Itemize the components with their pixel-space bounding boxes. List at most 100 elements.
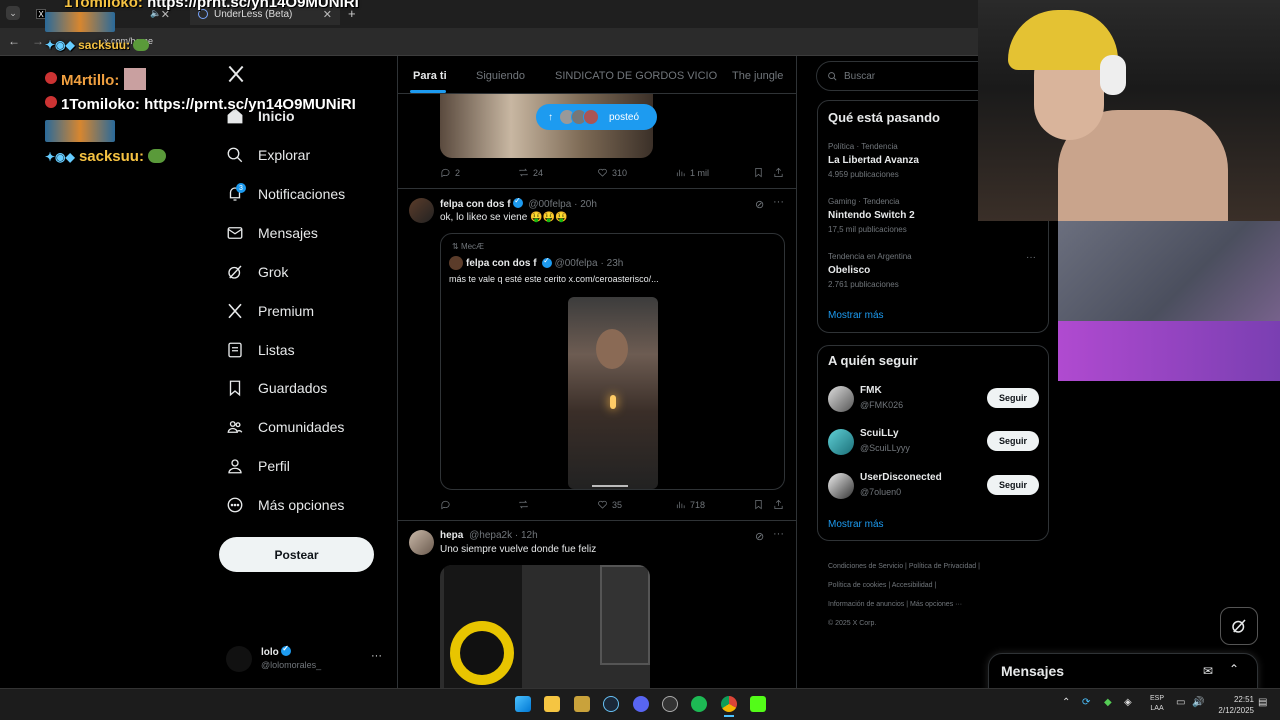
nav-communities[interactable]: Comunidades [226,412,344,442]
file-explorer-icon[interactable] [544,696,560,712]
spotify-icon[interactable] [691,696,707,712]
follow-button[interactable]: Seguir [987,431,1039,451]
footer-link[interactable]: Política de cookies [828,582,886,589]
tray-app-icon[interactable]: ◆ [1104,697,1112,708]
like-count: 310 [612,167,628,178]
back-icon[interactable]: ← [8,34,20,48]
follow-suggestion[interactable]: ScuiLLy @ScuiLLyyy Seguir [828,428,1040,458]
post-button[interactable]: Postear [219,537,374,572]
footer-link[interactable]: Información de anuncios [828,601,904,608]
account-switcher[interactable]: lolo @lolomorales_ ··· [226,644,386,676]
grok-floating-button[interactable] [1220,607,1258,645]
avatar [828,473,854,499]
avatar[interactable] [409,198,434,223]
x-logo-icon[interactable] [226,64,246,88]
follow-suggestion[interactable]: FMK @FMK026 Seguir [828,385,1040,415]
new-posts-pill[interactable]: ↑ posteó [536,104,657,130]
who-show-more[interactable]: Mostrar más [828,519,884,530]
tab-search-button[interactable]: ⌄ [6,6,20,20]
search-icon [226,146,244,164]
repost-button[interactable] [518,499,533,510]
reply-button[interactable]: 2 [440,167,460,178]
post-time[interactable]: · 12h [515,530,538,541]
footer-link[interactable]: Política de Privacidad [909,563,976,570]
repost-button[interactable]: 24 [518,167,543,178]
like-button[interactable]: 310 [597,167,627,178]
share-button[interactable] [773,167,784,178]
nav-messages[interactable]: Mensajes [226,218,318,248]
bookmark-button[interactable] [753,167,764,178]
discord-icon[interactable] [633,696,649,712]
steam-icon[interactable] [603,696,619,712]
share-button[interactable] [773,499,784,510]
bookmark-icon [755,168,762,178]
notification-center-icon[interactable]: ▤ [1258,697,1267,708]
post-handle[interactable]: @hepa2k [469,530,512,541]
account-more-icon[interactable]: ··· [371,650,382,662]
people-icon [226,418,244,436]
trend-more-icon[interactable]: ··· [1026,252,1036,263]
network-icon[interactable]: ▭ [1176,697,1185,708]
avatar[interactable] [409,530,434,555]
quote-video[interactable] [568,297,658,489]
language-indicator[interactable]: ESP LAA [1150,694,1164,714]
tray-shield-icon[interactable]: ◈ [1124,697,1132,708]
tray-chevron-icon[interactable]: ⌃ [1062,697,1070,708]
chat-emote [45,12,115,32]
video-progress [592,485,628,487]
tab-for-you[interactable]: Para ti [413,70,447,82]
nav-grok[interactable]: Grok [226,257,288,287]
post-author[interactable]: felpa con dos f [440,199,511,210]
messages-drawer[interactable]: Mensajes ✉ ⌃ [988,653,1258,693]
volume-icon[interactable]: 🔊 [1192,697,1204,708]
repost-count: 24 [533,167,544,178]
nav-notifications[interactable]: 3 Notificaciones [226,179,345,209]
post-header: felpa con dos f @00felpa · 20h [440,196,597,210]
windows-start-icon[interactable] [515,696,531,712]
views-button[interactable]: 1 mil [675,167,709,178]
nav-lists[interactable]: Listas [226,335,295,365]
trend-item[interactable]: Tendencia en Argentina Obelisco 2.761 pu… [828,252,1038,289]
chat-text: https://prnt.sc/yn14O9MUNiRI [144,96,356,113]
grok-post-icon[interactable]: ⊘ [755,198,764,211]
follow-button[interactable]: Seguir [987,475,1039,495]
new-message-icon[interactable]: ✉ [1203,664,1213,678]
nav-bookmarks[interactable]: Guardados [226,373,327,403]
views-button[interactable]: 718 [675,499,705,510]
footer-link[interactable]: Condiciones de Servicio [828,563,903,570]
follow-suggestion[interactable]: UserDisconected @7oluen0 Seguir [828,472,1040,502]
post-more-icon[interactable]: ··· [773,196,784,208]
expand-icon[interactable]: ⌃ [1229,662,1239,676]
app-icon[interactable] [574,696,590,712]
post-time[interactable]: · 20h [574,199,597,210]
app-icon[interactable] [662,696,678,712]
post-image[interactable] [440,565,650,688]
footer-links: Condiciones de Servicio | Política de Pr… [828,563,980,627]
tab-sindicato[interactable]: SINDICATO DE GORDOS VICIO [555,70,717,82]
clock-time: 22:51 [1233,695,1254,704]
footer-link[interactable]: Más opciones ··· [910,601,962,608]
clock[interactable]: 22:51 2/12/2025 [1212,694,1254,716]
follow-button[interactable]: Seguir [987,388,1039,408]
footer-link[interactable]: Accesibilidad [892,582,933,589]
nav-more[interactable]: Más opciones [226,490,344,520]
chrome-icon[interactable] [721,696,737,712]
grok-post-icon[interactable]: ⊘ [755,530,764,543]
nav-profile[interactable]: Perfil [226,451,290,481]
forward-icon[interactable]: → [32,34,44,48]
post-author[interactable]: hepa [440,530,463,541]
trends-show-more[interactable]: Mostrar más [828,310,884,321]
quote-author: felpa con dos f [466,257,537,269]
nav-explore[interactable]: Explorar [226,140,310,170]
tab-jungle[interactable]: The jungle [732,70,783,82]
nav-premium[interactable]: Premium [226,296,314,326]
post-more-icon[interactable]: ··· [773,528,784,540]
post-handle[interactable]: @00felpa [528,199,571,210]
like-button[interactable]: 35 [597,499,622,510]
search-placeholder: Buscar [844,70,876,82]
bookmark-button[interactable] [753,499,764,510]
kick-icon[interactable] [750,696,766,712]
tab-following[interactable]: Siguiendo [476,70,525,82]
reply-button[interactable] [440,499,455,510]
tray-sync-icon[interactable]: ⟳ [1082,697,1090,708]
